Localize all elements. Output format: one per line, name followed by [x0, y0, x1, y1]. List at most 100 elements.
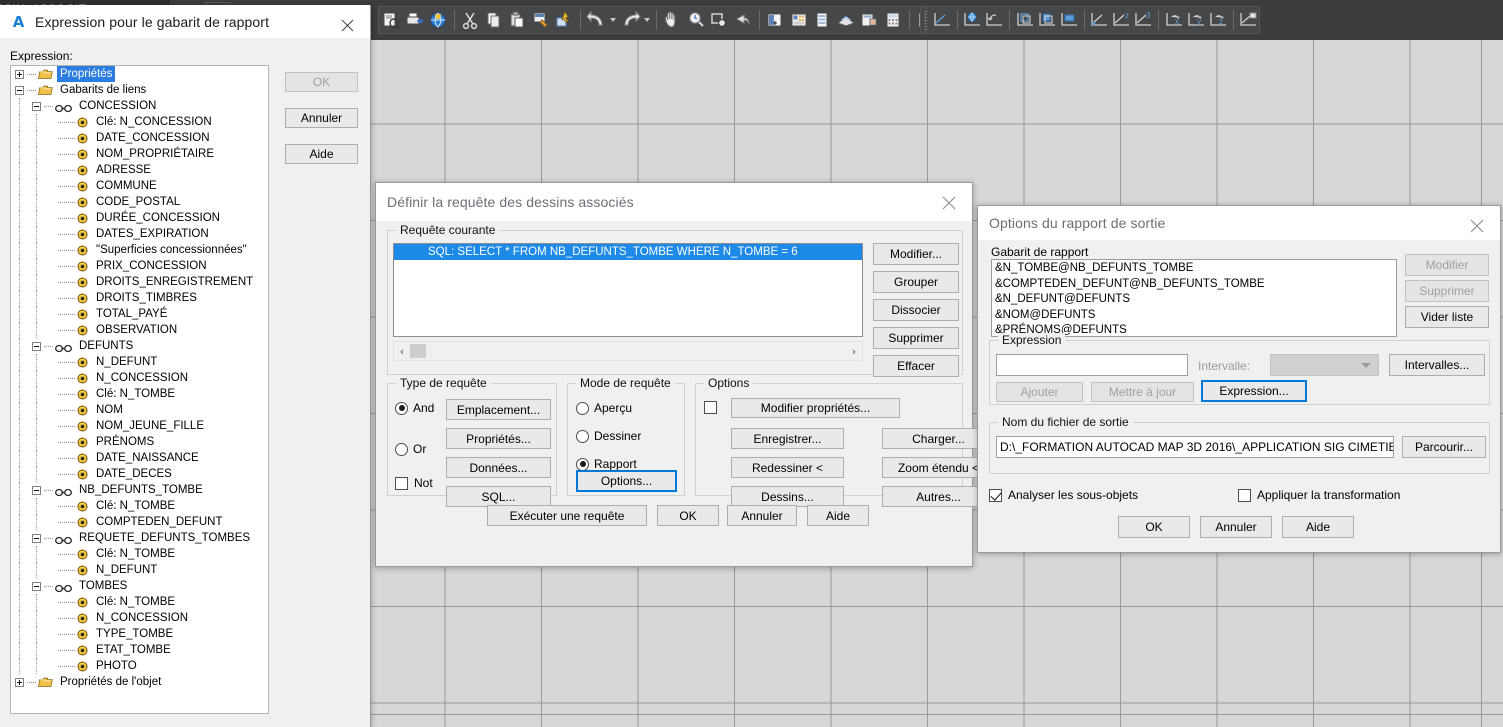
query-side-button-4[interactable]: Effacer — [873, 355, 959, 377]
properties-icon[interactable] — [764, 8, 788, 32]
face-ucs-icon[interactable] — [1014, 8, 1036, 32]
report-footer-button-1[interactable]: Annuler — [1200, 516, 1272, 538]
tree-item[interactable]: NOM — [11, 402, 268, 418]
tree-collapser[interactable] — [32, 341, 41, 351]
tree-collapser[interactable] — [32, 581, 41, 591]
paste-icon[interactable] — [505, 8, 529, 32]
query-mode-radio-1[interactable]: Dessiner — [576, 429, 641, 443]
chevron-right-icon[interactable]: › — [846, 345, 862, 358]
origin-ucs-icon[interactable] — [1088, 8, 1110, 32]
interval-combobox[interactable] — [1270, 354, 1379, 376]
query-footer-button-1[interactable]: OK — [657, 505, 719, 526]
previous-ucs-icon[interactable] — [983, 8, 1005, 32]
sheet-set-icon[interactable] — [834, 8, 858, 32]
tree-item[interactable]: DATE_DECES — [11, 466, 268, 482]
options-button-2[interactable]: Redessiner < — [731, 457, 844, 478]
tree-item[interactable]: DATE_NAISSANCE — [11, 450, 268, 466]
tree-item[interactable]: TYPE_TOMBE — [11, 626, 268, 642]
options-button-0[interactable]: Enregistrer... — [731, 428, 844, 449]
tree-item[interactable]: COMPTEDEN_DEFUNT — [11, 514, 268, 530]
cancel-button[interactable]: Annuler — [285, 108, 358, 128]
tree-item[interactable]: Clé: N_TOMBE — [11, 386, 268, 402]
help-button[interactable]: Aide — [285, 144, 358, 164]
checkbox-not[interactable]: Not — [395, 476, 433, 490]
tree-item[interactable]: CODE_POSTAL — [11, 194, 268, 210]
report-footer-button-0[interactable]: OK — [1118, 516, 1190, 538]
pan-icon[interactable] — [661, 8, 685, 32]
browse-button[interactable]: Parcourir... — [1402, 436, 1486, 458]
object-ucs-icon[interactable] — [1036, 8, 1058, 32]
tree-item[interactable]: Clé: N_TOMBE — [11, 594, 268, 610]
tree-item[interactable]: Clé: N_TOMBE — [11, 498, 268, 514]
query-type-button-1[interactable]: Propriétés... — [446, 428, 551, 449]
query-list-hscrollbar[interactable]: ‹ › — [393, 341, 863, 361]
tool-palettes-icon[interactable] — [811, 8, 835, 32]
tree-item[interactable]: Gabarits de liens — [11, 82, 268, 98]
rotate-y-icon[interactable]: y — [1185, 8, 1207, 32]
template-line[interactable]: &N_DEFUNT@DEFUNTS — [995, 292, 1393, 308]
tree-item[interactable]: DROITS_TIMBRES — [11, 290, 268, 306]
query-list-row-selected[interactable]: SQL: SELECT * FROM NB_DEFUNTS_TOMBE WHER… — [394, 244, 862, 260]
tree-item[interactable]: PRÉNOMS — [11, 434, 268, 450]
tree-expander[interactable] — [15, 677, 24, 687]
publish-icon[interactable] — [426, 8, 450, 32]
template-side-button-0[interactable]: Modifier — [1405, 254, 1489, 276]
rotate-z-icon[interactable]: z — [1207, 8, 1229, 32]
intervals-button[interactable]: Intervalles... — [1389, 354, 1485, 376]
calculator-icon[interactable] — [881, 8, 905, 32]
redo-icon[interactable] — [618, 8, 642, 32]
tree-item[interactable]: "Superficies concessionnées" — [11, 242, 268, 258]
close-icon[interactable] — [324, 5, 370, 45]
query-type-button-0[interactable]: Emplacement... — [446, 399, 551, 420]
markup-set-icon[interactable] — [858, 8, 882, 32]
query-side-button-1[interactable]: Grouper — [873, 271, 959, 293]
options-button-4[interactable]: Dessins... — [731, 486, 844, 507]
zoom-previous-icon[interactable] — [731, 8, 755, 32]
zoom-realtime-icon[interactable] — [684, 8, 708, 32]
template-line[interactable]: &NOM@DEFUNTS — [995, 308, 1393, 324]
tree-item[interactable]: NOM_PROPRIÉTAIRE — [11, 146, 268, 162]
update-button[interactable]: Mettre à jour — [1091, 382, 1194, 402]
z-axis-ucs-icon[interactable]: z — [1110, 8, 1132, 32]
ok-button[interactable]: OK — [285, 72, 358, 92]
query-side-button-2[interactable]: Dissocier — [873, 299, 959, 321]
query-type-button-3[interactable]: SQL... — [446, 486, 551, 507]
tree-item[interactable]: OBSERVATION — [11, 322, 268, 338]
report-dialog-titlebar[interactable]: Options du rapport de sortie — [978, 206, 1500, 240]
query-mode-radio-2[interactable]: Rapport — [576, 457, 637, 471]
tree-item[interactable]: Propriétés de l'objet — [11, 674, 268, 690]
template-side-button-2[interactable]: Vider liste — [1405, 306, 1489, 328]
close-icon[interactable] — [926, 183, 972, 223]
tree-item[interactable]: COMMUNE — [11, 178, 268, 194]
tree-item[interactable]: NB_DEFUNTS_TOMBE — [11, 482, 268, 498]
copy-icon[interactable] — [482, 8, 506, 32]
checkbox-analyse-subobjects[interactable]: Analyser les sous-objets — [989, 488, 1138, 502]
add-button[interactable]: Ajouter — [996, 382, 1083, 402]
tree-item[interactable]: Clé: N_CONCESSION — [11, 114, 268, 130]
ucs-icon[interactable] — [931, 8, 953, 32]
tree-item[interactable]: NOM_JEUNE_FILLE — [11, 418, 268, 434]
world-ucs-icon[interactable] — [961, 8, 983, 32]
template-line[interactable]: &COMPTEDEN_DEFUNT@NB_DEFUNTS_TOMBE — [995, 277, 1393, 293]
template-side-button-1[interactable]: Supprimer — [1405, 280, 1489, 302]
tree-item[interactable]: DATES_EXPIRATION — [11, 226, 268, 242]
undo-icon[interactable] — [585, 8, 609, 32]
tree-item[interactable]: TOMBES — [11, 578, 268, 594]
report-template-list[interactable]: &N_TOMBE@NB_DEFUNTS_TOMBE &COMPTEDEN_DEFU… — [991, 259, 1397, 337]
expression-button[interactable]: Expression... — [1201, 380, 1307, 402]
query-mode-radio-0[interactable]: Aperçu — [576, 401, 632, 415]
undo-dropdown-icon[interactable] — [608, 8, 618, 32]
tree-item[interactable]: Clé: N_TOMBE — [11, 546, 268, 562]
close-icon[interactable] — [1454, 206, 1500, 246]
print-preview-icon[interactable] — [379, 8, 403, 32]
query-footer-button-3[interactable]: Aide — [807, 505, 869, 526]
tree-item[interactable]: DROITS_ENREGISTREMENT — [11, 274, 268, 290]
query-footer-button-0[interactable]: Exécuter une requête — [487, 505, 647, 526]
tree-item[interactable]: PHOTO — [11, 658, 268, 674]
ucs-3point-icon[interactable]: 3 — [1132, 8, 1154, 32]
query-mode-options-button[interactable]: Options... — [576, 470, 677, 492]
design-center-icon[interactable] — [787, 8, 811, 32]
tree-item[interactable]: REQUETE_DEFUNTS_TOMBES — [11, 530, 268, 546]
expression-input[interactable] — [996, 354, 1188, 376]
query-side-button-0[interactable]: Modifier... — [873, 243, 959, 265]
